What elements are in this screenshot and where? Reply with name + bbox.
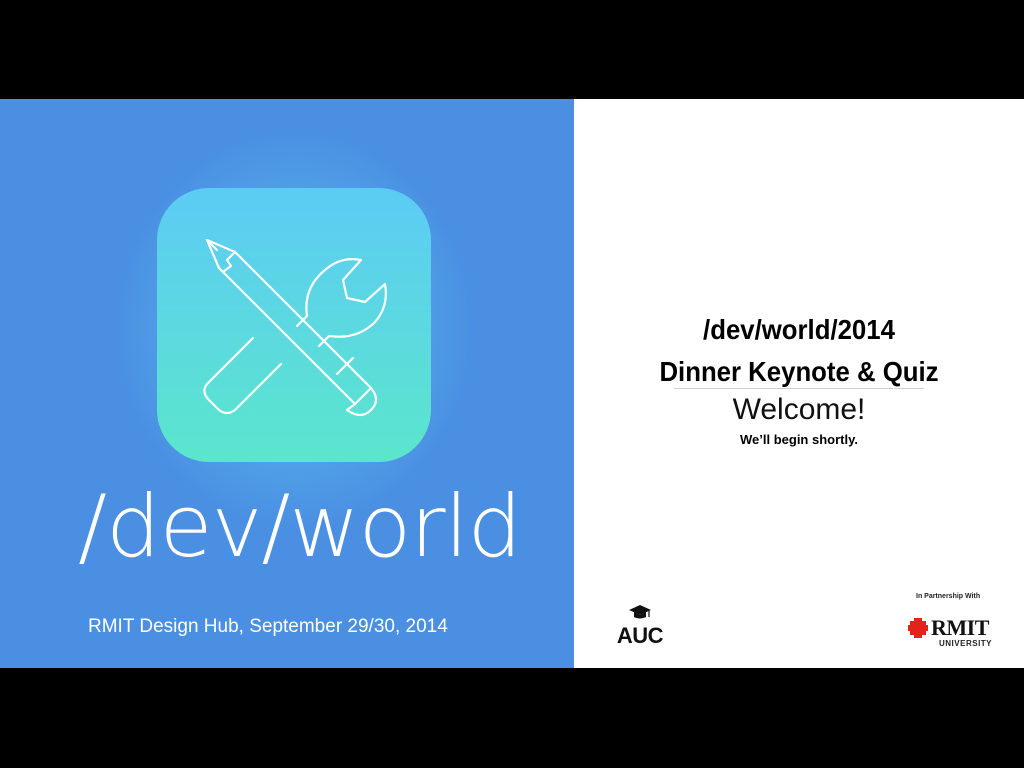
rmit-name: RMIT: [931, 615, 989, 640]
welcome-text: Welcome!: [732, 393, 866, 426]
rmit-logo: RMIT UNIVERSITY: [907, 615, 997, 651]
graduation-cap-icon: [629, 605, 651, 619]
pencil-and-wrench-icon: [203, 238, 387, 417]
divider: [674, 388, 924, 389]
info-panel: /dev/world/2014 Dinner Keynote & Quiz We…: [574, 99, 1024, 668]
brand-panel: /dev/world RMIT Design Hub, September 29…: [0, 99, 574, 668]
event-title-line1: /dev/world/2014: [703, 314, 895, 345]
rmit-pixel-mark-icon: [908, 618, 928, 638]
subtitle: We’ll begin shortly.: [740, 432, 858, 447]
event-title-line2: Dinner Keynote & Quiz: [659, 356, 939, 387]
auc-logo: AUC: [604, 603, 676, 649]
partner-label: In Partnership With: [916, 593, 981, 600]
app-icon: [157, 188, 431, 462]
slide: /dev/world RMIT Design Hub, September 29…: [0, 99, 1024, 668]
auc-logo-text: AUC: [616, 623, 664, 648]
rmit-university-label: UNIVERSITY: [939, 639, 993, 648]
venue-date: RMIT Design Hub, September 29/30, 2014: [88, 616, 448, 637]
event-title: /dev/world/2014 Dinner Keynote & Quiz: [592, 309, 1006, 393]
brand-title: /dev/world: [78, 477, 522, 577]
